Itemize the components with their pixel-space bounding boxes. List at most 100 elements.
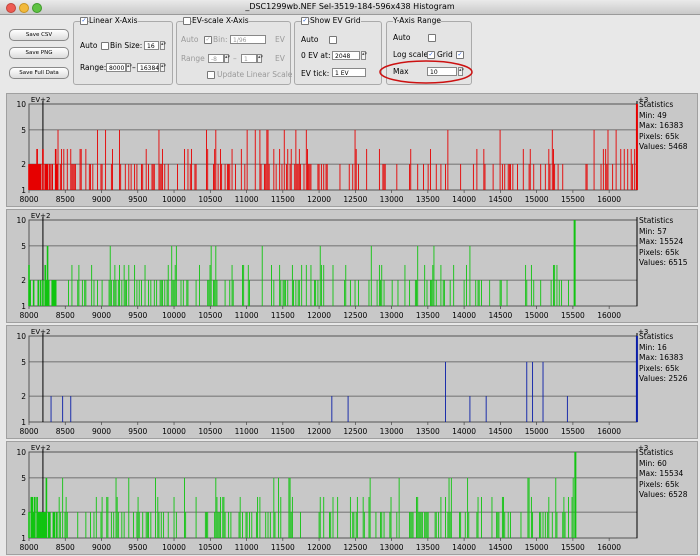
- bin-size-stepper[interactable]: ▴▾: [160, 41, 166, 50]
- x-tick-label: 11500: [271, 311, 295, 320]
- ev-range-unit-label: EV: [275, 54, 285, 63]
- show-ev-grid-title: Show EV Grid: [310, 16, 361, 25]
- x-tick-label: 13000: [380, 427, 404, 436]
- y-auto-checkbox[interactable]: [428, 34, 436, 42]
- x-tick-label: 12500: [343, 195, 367, 204]
- bin-size-checkbox[interactable]: [101, 42, 109, 50]
- x-tick-label: 8000: [19, 543, 38, 552]
- x-tick-label: 10000: [162, 427, 186, 436]
- x-tick-label: 10000: [162, 195, 186, 204]
- x-tick-label: 15000: [525, 311, 549, 320]
- ev-range-max-input[interactable]: 1: [241, 54, 257, 63]
- zero-ev-input[interactable]: 2048: [332, 51, 360, 60]
- x-tick-label: 13000: [380, 543, 404, 552]
- linear-auto-label: Auto: [80, 41, 98, 50]
- close-window-button[interactable]: [6, 3, 16, 13]
- histogram-panel-blue: 10 5 2 1 8000 8500 9000 9500 10000 10500 11000 1150…: [6, 325, 698, 439]
- x-tick-label: 10500: [198, 311, 222, 320]
- x-tick-label: 13500: [416, 311, 440, 320]
- x-tick-label: 11000: [235, 195, 259, 204]
- ev-scale-x-axis-checkbox[interactable]: [183, 17, 191, 25]
- zoom-window-button[interactable]: [32, 3, 42, 13]
- x-tick-label: 10500: [198, 427, 222, 436]
- ev-unit-label: EV: [275, 35, 285, 44]
- ev-grid-auto-checkbox[interactable]: [329, 36, 337, 44]
- bin-size-input[interactable]: 16: [144, 41, 159, 50]
- x-tick-label: 10500: [198, 543, 222, 552]
- histogram-panel-green2: 10 5 2 1 8000 8500 9000 9500 10000 10500 11000 1150…: [6, 441, 698, 555]
- y-tick-label: 10: [16, 332, 26, 341]
- y-tick-label: 5: [21, 242, 26, 251]
- update-linear-scale-checkbox[interactable]: [207, 71, 215, 79]
- ev-range-min-stepper[interactable]: ▴▾: [224, 54, 230, 63]
- range-label: Range:: [80, 63, 107, 72]
- x-tick-label: 12000: [307, 311, 331, 320]
- ev-bin-checkbox[interactable]: ✓: [204, 36, 212, 44]
- log-scale-checkbox[interactable]: ✓: [427, 51, 435, 59]
- stats-block-green2: Statistics Min: 60 Max: 15534 Pixels: 65…: [639, 448, 688, 501]
- x-tick-label: 15000: [525, 195, 549, 204]
- stats-min: Min: 16: [639, 342, 667, 352]
- x-tick-label: 11500: [271, 543, 295, 552]
- x-tick-label: 15500: [561, 427, 585, 436]
- x-tick-label: 11000: [235, 427, 259, 436]
- histogram-chart-blue: 10 5 2 18000 8500 9000 9500 10000 10500 11000 1150…: [16, 328, 648, 436]
- ev-tick-select[interactable]: 1 EV: [332, 68, 366, 77]
- x-tick-label: 15500: [561, 195, 585, 204]
- range-min-input[interactable]: 8000: [106, 63, 126, 72]
- x-tick-label: 11500: [271, 195, 295, 204]
- range-max-stepper[interactable]: ▴▾: [160, 63, 166, 72]
- grid-label: Grid: [437, 50, 453, 59]
- x-tick-label: 8500: [56, 543, 75, 552]
- x-tick-label: 14500: [488, 427, 512, 436]
- stats-max: Max: 15524: [639, 237, 684, 246]
- ev-bin-select[interactable]: 1/96: [230, 35, 266, 44]
- x-tick-label: 8000: [19, 427, 38, 436]
- save-csv-button[interactable]: Save CSV: [9, 29, 69, 41]
- ev-scale-x-axis-group: EV-scale X-Axis Auto ✓ Bin: 1/96 EV Rang…: [176, 16, 293, 85]
- y-tick-label: 2: [21, 392, 26, 401]
- x-tick-label: 15000: [525, 427, 549, 436]
- y-tick-label: 5: [21, 126, 26, 135]
- linear-x-axis-checkbox[interactable]: ✓: [80, 17, 88, 25]
- histogram-chart-green: 10 5 2 18000 8500 9000 9500 10000 10500 11000 1150…: [16, 212, 638, 320]
- ev-label-left: EV+2: [31, 96, 51, 104]
- stats-pixels: Pixels: 65k: [639, 363, 680, 373]
- max-highlight-ellipse: [379, 60, 473, 84]
- ev-range-min-input[interactable]: -8: [208, 54, 224, 63]
- save-full-data-button[interactable]: Save Full Data: [9, 67, 69, 79]
- y-tick-label: 1: [21, 186, 26, 195]
- show-ev-grid-checkbox[interactable]: ✓: [301, 17, 309, 25]
- x-tick-label: 12500: [343, 427, 367, 436]
- x-tick-label: 9000: [92, 195, 111, 204]
- stats-pixels: Pixels: 65k: [639, 247, 680, 257]
- x-tick-label: 9500: [128, 427, 147, 436]
- x-tick-label: 8500: [56, 311, 75, 320]
- stats-title: Statistics: [639, 100, 674, 109]
- x-tick-label: 16000: [597, 543, 621, 552]
- ev-range-label: Range: [181, 54, 205, 63]
- histogram-panel-green: 10 5 2 1 8000 8500 9000 9500 10000 10500 11000 1150…: [6, 209, 698, 323]
- zero-ev-stepper[interactable]: ▴▾: [361, 51, 367, 60]
- range-max-input[interactable]: 16384: [137, 63, 159, 72]
- x-tick-label: 11000: [235, 311, 259, 320]
- stats-values: Values: 6528: [639, 490, 688, 499]
- minimize-window-button[interactable]: [19, 3, 29, 13]
- stats-max: Max: 16383: [639, 121, 684, 130]
- x-tick-label: 9000: [92, 427, 111, 436]
- x-tick-label: 11000: [235, 543, 259, 552]
- y-tick-label: 2: [21, 160, 26, 169]
- ev-grid-auto-label: Auto: [301, 35, 319, 44]
- stats-title: Statistics: [639, 216, 674, 225]
- y-axis-range-title: Y-Axis Range: [393, 16, 441, 25]
- range-min-stepper[interactable]: ▴▾: [126, 63, 132, 72]
- stats-min: Min: 60: [639, 458, 667, 468]
- ev-bin-label: Bin:: [213, 35, 228, 44]
- ev-range-max-stepper[interactable]: ▴▾: [257, 54, 263, 63]
- save-png-button[interactable]: Save PNG: [9, 47, 69, 59]
- update-linear-scale-label: Update Linear Scale: [217, 70, 293, 79]
- y-tick-label: 1: [21, 534, 26, 543]
- stats-values: Values: 2526: [639, 374, 688, 383]
- x-tick-label: 12000: [307, 427, 331, 436]
- grid-checkbox[interactable]: ✓: [456, 51, 464, 59]
